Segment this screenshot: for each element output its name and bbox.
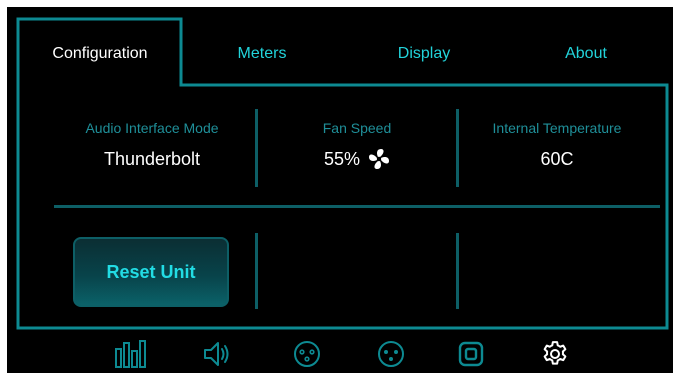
- fan-speed-value: 55%: [257, 147, 457, 171]
- fan-speed-text: 55%: [323, 149, 361, 169]
- internal-temperature-stat: Internal Temperature 60C: [457, 117, 657, 171]
- tab-configuration[interactable]: Configuration: [19, 29, 181, 79]
- meters-icon[interactable]: [111, 336, 151, 372]
- fan-speed-label: Fan Speed: [322, 120, 392, 136]
- gear-icon[interactable]: [535, 336, 575, 372]
- speaker-icon[interactable]: [198, 336, 238, 372]
- audio-interface-mode-stat: Audio Interface Mode Thunderbolt: [52, 117, 252, 171]
- device-icon[interactable]: [451, 336, 491, 372]
- internal-temperature-value: 60C: [457, 147, 657, 171]
- xlr-input-icon[interactable]: [287, 336, 327, 372]
- actions-divider-1: [255, 233, 258, 309]
- device-screen: Configuration Meters Display About Audio…: [7, 7, 673, 373]
- xlr-output-icon[interactable]: [371, 336, 411, 372]
- internal-temperature-label: Internal Temperature: [492, 120, 622, 136]
- actions-divider-2: [456, 233, 459, 309]
- tab-display[interactable]: Display: [343, 29, 505, 79]
- audio-interface-mode-text: Thunderbolt: [103, 149, 201, 169]
- reset-unit-button[interactable]: Reset Unit: [73, 237, 229, 307]
- section-divider: [54, 205, 660, 208]
- tab-meters[interactable]: Meters: [181, 29, 343, 79]
- audio-interface-mode-label: Audio Interface Mode: [85, 120, 219, 136]
- audio-interface-mode-value: Thunderbolt: [52, 147, 252, 171]
- tab-about[interactable]: About: [505, 29, 667, 79]
- internal-temperature-text: 60C: [540, 149, 574, 169]
- fan-speed-stat: Fan Speed 55%: [257, 117, 457, 171]
- fan-icon: [368, 148, 390, 170]
